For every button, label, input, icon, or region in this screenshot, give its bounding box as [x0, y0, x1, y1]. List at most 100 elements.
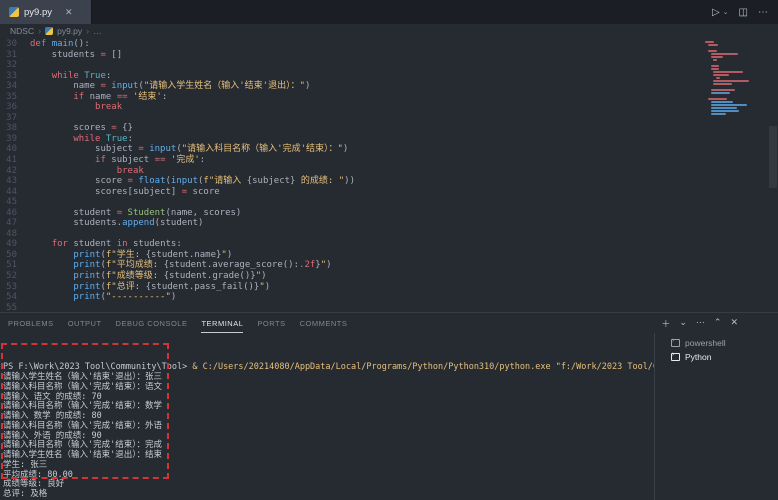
code-token — [30, 292, 73, 303]
close-icon[interactable]: ✕ — [730, 317, 738, 330]
terminal-line: 总评: 及格 — [3, 490, 654, 500]
code-token: if — [73, 92, 84, 103]
code-line[interactable]: 41 if subject == '完成': — [0, 155, 778, 166]
code-token: {} — [117, 123, 133, 134]
chevron-up-icon[interactable]: ⌃ — [714, 317, 722, 330]
line-number: 39 — [0, 134, 30, 145]
code-token: {student.pass_fail()} — [146, 282, 260, 293]
code-line[interactable]: 36 break — [0, 102, 778, 113]
code-line[interactable]: 44 scores[subject] = score — [0, 187, 778, 198]
code-line[interactable]: 35 if name == '结束': — [0, 92, 778, 103]
code-line[interactable]: 33 while True: — [0, 71, 778, 82]
code-line[interactable]: 46 student = Student(name, scores) — [0, 208, 778, 219]
minimap-line — [711, 68, 720, 70]
line-number: 32 — [0, 60, 30, 71]
code-token: if — [95, 155, 106, 166]
minimap-line — [708, 98, 727, 100]
terminal-output-text: 平均成绩: 80.00 — [3, 470, 73, 480]
code-line[interactable]: 32 — [0, 60, 778, 71]
code-line[interactable]: 43 score = float(input(f"请输入 {subject} 的… — [0, 176, 778, 187]
line-number: 33 — [0, 71, 30, 82]
panel-header: PROBLEMS OUTPUT DEBUG CONSOLE TERMINAL PORTS… — [0, 313, 778, 333]
code-token: for — [52, 239, 68, 250]
code-token: .2f — [299, 260, 315, 271]
code-line[interactable]: 42 break — [0, 166, 778, 177]
code-token: scores — [30, 123, 111, 134]
code-token: in — [117, 239, 128, 250]
panel-tab-debug-console[interactable]: DEBUG CONSOLE — [116, 313, 188, 333]
code-token: while — [73, 134, 106, 145]
more-actions-icon[interactable]: ⋯ — [758, 7, 768, 18]
panel-tab-output[interactable]: OUTPUT — [68, 313, 102, 333]
tab-py9[interactable]: py9.py ✕ — [0, 0, 92, 24]
code-line[interactable]: 40 subject = input("请输入科目名称（输入'完成'结束）：") — [0, 144, 778, 155]
vscode-window: py9.py ✕ ▷ ⌄ ◫ ⋯ NDSC › py9.py › … 30def… — [0, 0, 778, 500]
terminal[interactable]: PS F:\Work\2023 Tool\Community\Tool> & C… — [0, 333, 654, 500]
minimap-line — [711, 113, 726, 115]
panel-tab-ports[interactable]: PORTS — [257, 313, 285, 333]
code-token: == — [117, 92, 128, 103]
code-token: student — [68, 239, 117, 250]
line-number: 37 — [0, 113, 30, 124]
terminal-output-text: 学生: 张三 — [3, 460, 47, 470]
run-python-file-icon[interactable]: ▷ — [712, 7, 720, 18]
panel-tab-comments[interactable]: COMMENTS — [300, 313, 348, 333]
breadcrumb: NDSC › py9.py › … — [0, 24, 778, 38]
new-terminal-icon[interactable]: ＋ — [661, 317, 670, 330]
code-token: break — [117, 166, 144, 177]
code-line[interactable]: 34 name = input("请输入学生姓名（输入'结束'退出）：") — [0, 81, 778, 92]
tab-close-icon[interactable]: ✕ — [65, 7, 73, 18]
code-line[interactable]: 38 scores = {} — [0, 123, 778, 134]
panel-tab-terminal[interactable]: TERMINAL — [201, 313, 243, 333]
run-dropdown-chevron-icon[interactable]: ⌄ — [723, 8, 729, 16]
code-token: print — [73, 271, 100, 282]
terminal-list-item-powershell[interactable]: powershell — [655, 336, 778, 350]
terminal-output-text: 请输入科目名称（输入'完成'结束）：外语 — [3, 421, 162, 431]
line-number: 55 — [0, 303, 30, 312]
terminal-list-sidebar: powershellPython — [654, 333, 778, 500]
code-token: f"学生: — [106, 250, 146, 261]
code-line[interactable]: 48 — [0, 229, 778, 240]
chevron-down-icon[interactable]: ⌄ — [679, 317, 687, 330]
code-token: def — [30, 39, 52, 50]
code-line[interactable]: 52 print(f"成绩等级: {student.grade()}") — [0, 271, 778, 282]
code-line[interactable]: 30def main(): — [0, 39, 778, 50]
code-line[interactable]: 37 — [0, 113, 778, 124]
code-token: [] — [106, 50, 122, 61]
code-token: : — [162, 92, 167, 103]
minimap-line — [711, 53, 738, 55]
code-line[interactable]: 39 while True: — [0, 134, 778, 145]
code-token: name — [30, 81, 100, 92]
code-line[interactable]: 45 — [0, 197, 778, 208]
breadcrumb-folder[interactable]: NDSC — [10, 26, 34, 36]
panel-tab-problems[interactable]: PROBLEMS — [8, 313, 54, 333]
code-line[interactable]: 31 students = [] — [0, 50, 778, 61]
code-line[interactable]: 47 students.append(student) — [0, 218, 778, 229]
more-icon[interactable]: ⋯ — [696, 317, 705, 330]
panel-icons: ＋ ⌄ ⋯ ⌃ ✕ — [661, 317, 770, 330]
code-line[interactable]: 50 print(f"学生: {student.name}") — [0, 250, 778, 261]
minimap-line — [711, 65, 720, 67]
code-token: True — [84, 71, 106, 82]
code-line[interactable]: 54 print("----------") — [0, 292, 778, 303]
code-token: print — [73, 292, 100, 303]
bottom-panel: PROBLEMS OUTPUT DEBUG CONSOLE TERMINAL PORTS… — [0, 312, 778, 500]
code-line[interactable]: 51 print(f"平均成绩: {student.average_score(… — [0, 260, 778, 271]
code-line[interactable]: 49 for student in students: — [0, 239, 778, 250]
breadcrumb-symbol[interactable]: … — [93, 26, 102, 36]
code-token: input — [149, 144, 176, 155]
minimap[interactable] — [705, 41, 761, 119]
code-line[interactable]: 55 — [0, 303, 778, 312]
code-token: students — [30, 50, 100, 61]
terminal-list-item-python[interactable]: Python — [655, 350, 778, 364]
scrollbar-thumb[interactable] — [769, 126, 777, 188]
split-editor-icon[interactable]: ◫ — [739, 7, 748, 18]
code-line[interactable]: 53 print(f"总评: {student.pass_fail()}") — [0, 282, 778, 293]
breadcrumb-file[interactable]: py9.py — [57, 26, 82, 36]
minimap-line — [711, 101, 733, 103]
code-token: "----------" — [106, 292, 171, 303]
code-token — [30, 155, 95, 166]
editor-scrollbar[interactable] — [768, 38, 778, 312]
line-number: 46 — [0, 208, 30, 219]
code-editor[interactable]: 30def main():31 students = []3233 while … — [0, 38, 778, 312]
